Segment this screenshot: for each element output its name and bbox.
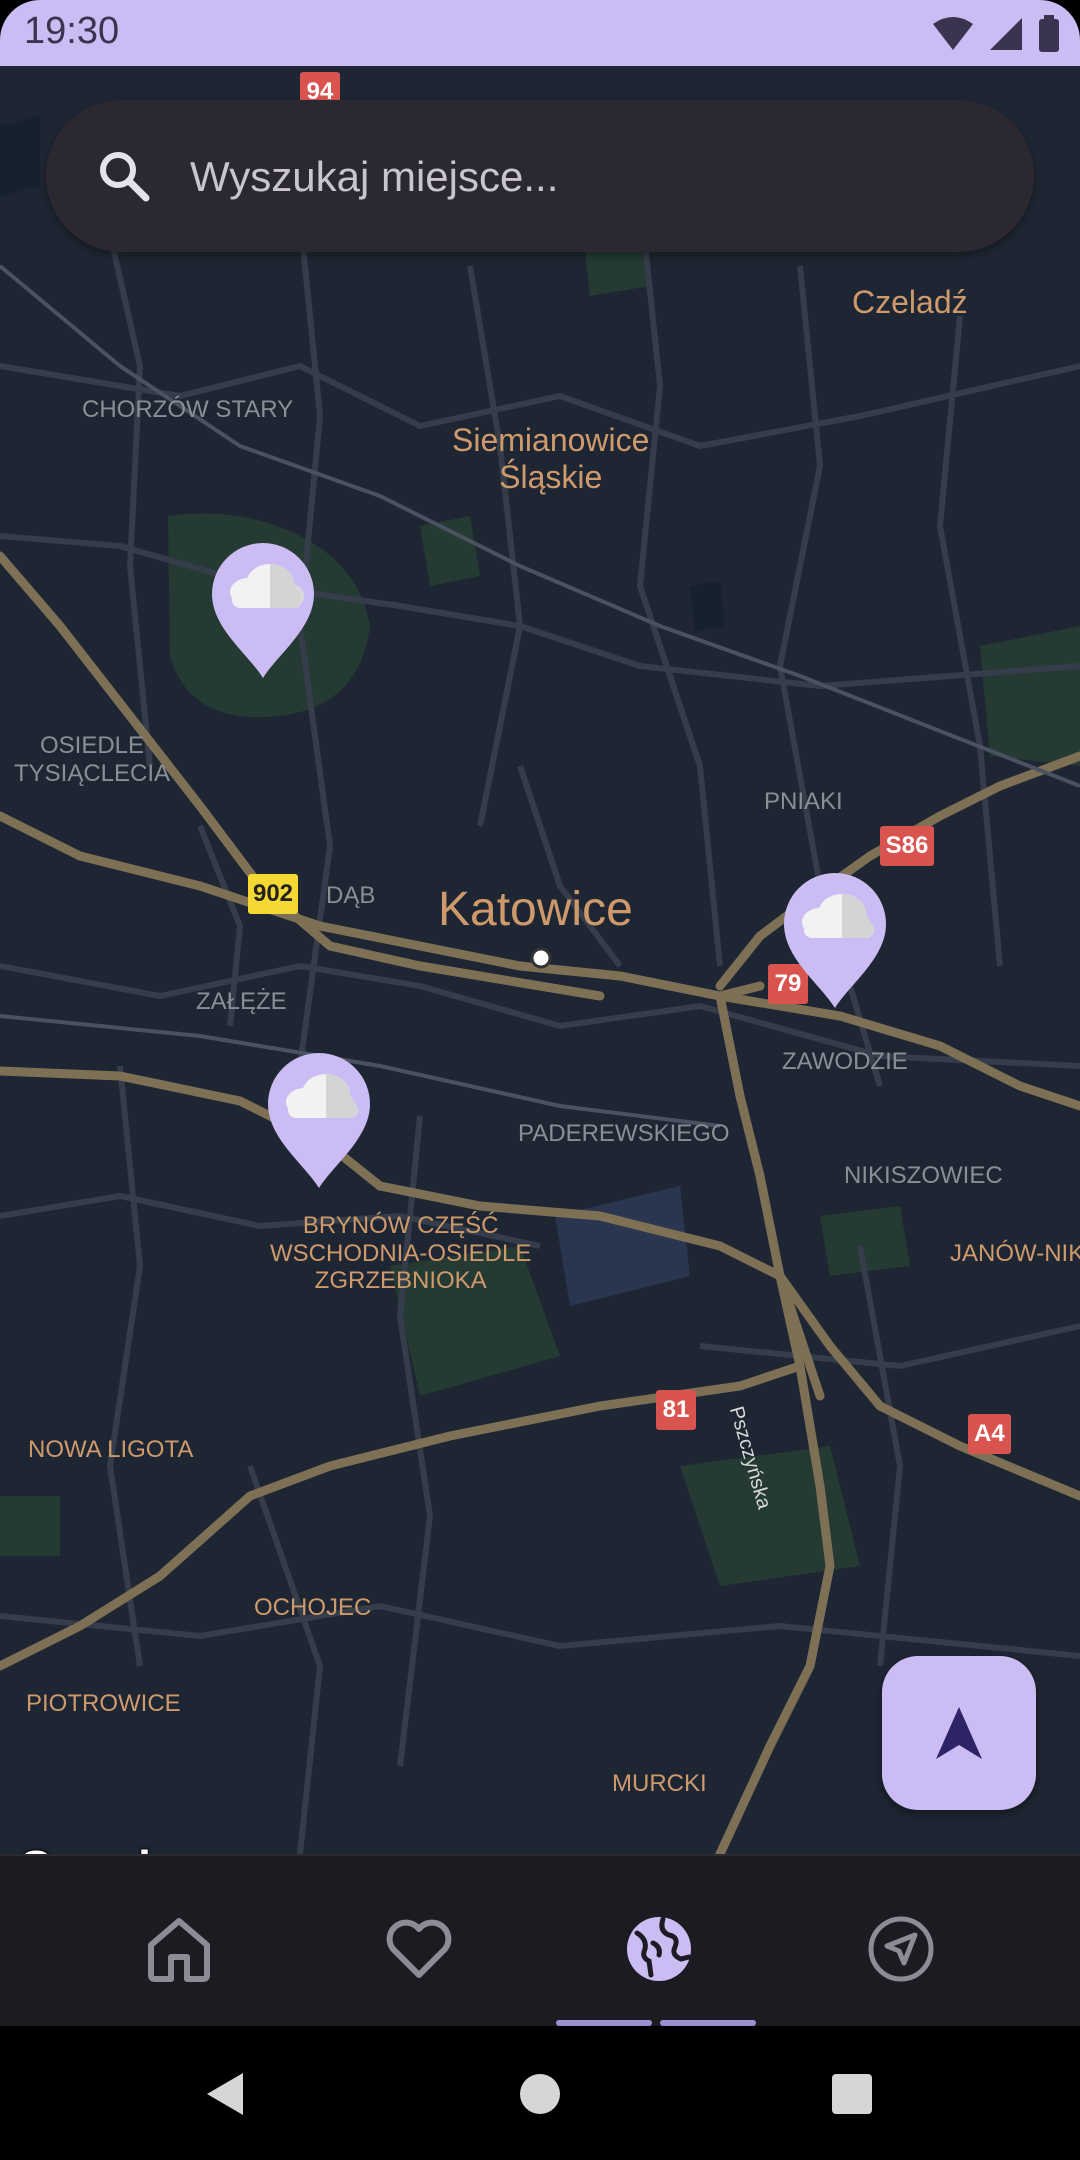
home-system-button[interactable] xyxy=(510,2064,570,2124)
map-pin-icon xyxy=(784,873,886,1008)
map-label-janow: JANÓW-NIK xyxy=(950,1240,1080,1267)
map-label-czeladz: Czeladź xyxy=(852,284,968,320)
back-icon xyxy=(207,2073,243,2115)
nav-item-map[interactable] xyxy=(604,1894,714,2004)
status-icons xyxy=(932,14,1060,54)
map-pin-icon xyxy=(212,543,314,678)
map-label-paderewskiego: PADEREWSKIEGO xyxy=(518,1120,730,1147)
map-label-osiedle-tysiaclecia: OSIEDLE TYSIĄCLECIA xyxy=(14,732,171,787)
map-view[interactable]: Czeladź Siemianowice Śląskie CHORZÓW STA… xyxy=(0,66,1080,1854)
map-label-murcki: MURCKI xyxy=(612,1770,707,1797)
weather-pin[interactable] xyxy=(782,872,888,1012)
cellular-signal-icon xyxy=(990,18,1022,50)
road-shield-902: 902 xyxy=(248,874,298,914)
map-label-chorzow-stary: CHORZÓW STARY xyxy=(82,396,294,423)
search-bar[interactable] xyxy=(46,100,1034,252)
home-icon xyxy=(148,1918,210,1982)
weather-pin[interactable] xyxy=(210,542,316,682)
back-button[interactable] xyxy=(196,2064,256,2124)
road-shield-a4: A4 xyxy=(968,1414,1011,1454)
weather-pin[interactable] xyxy=(266,1052,372,1192)
map-label-katowice: Katowice xyxy=(438,883,633,936)
map-label-zaleze: ZAŁĘŻE xyxy=(196,988,287,1015)
status-time: 19:30 xyxy=(24,10,120,52)
battery-icon xyxy=(1039,15,1059,52)
navigation-arrow-icon xyxy=(936,1707,982,1759)
send-icon xyxy=(868,1916,934,1982)
map-label-dab: DĄB xyxy=(326,882,376,909)
heart-icon xyxy=(386,1919,452,1978)
home-circle-icon xyxy=(520,2074,560,2114)
map-label-brynow: BRYNÓW CZĘŚĆ WSCHODNIA-OSIEDLE ZGRZEBNIO… xyxy=(270,1212,532,1295)
nav-item-home[interactable] xyxy=(124,1894,234,2004)
map-label-nowa-ligota: NOWA LIGOTA xyxy=(28,1436,194,1463)
map-label-siemianowice: Siemianowice Śląskie xyxy=(452,422,650,495)
road-shield-81: 81 xyxy=(656,1390,696,1430)
search-icon[interactable] xyxy=(96,148,152,204)
recents-icon xyxy=(832,2074,872,2114)
google-attribution: Google xyxy=(18,1840,176,1854)
my-location-button[interactable] xyxy=(882,1656,1036,1810)
map-label-zawodzie: ZAWODZIE xyxy=(782,1048,908,1075)
map-label-piotrowice: PIOTROWICE xyxy=(26,1690,181,1717)
map-base xyxy=(0,116,1080,1854)
wifi-icon xyxy=(933,17,973,50)
globe-icon xyxy=(627,1916,692,1981)
map-label-pniaki: PNIAKI xyxy=(764,788,843,815)
map-label-nikiszowiec: NIKISZOWIEC xyxy=(844,1162,1003,1189)
bottom-navigation xyxy=(0,1854,1080,2028)
map-label-ochojec: OCHOJEC xyxy=(254,1594,372,1621)
search-input[interactable] xyxy=(188,144,972,210)
nav-item-navigate[interactable] xyxy=(846,1894,956,2004)
status-bar: 19:30 xyxy=(0,0,1080,66)
nav-item-favorites[interactable] xyxy=(364,1894,474,2004)
road-shield-s86: S86 xyxy=(880,826,934,866)
recents-button[interactable] xyxy=(822,2064,882,2124)
map-pin-icon xyxy=(268,1053,370,1188)
system-navigation-bar xyxy=(0,2026,1080,2160)
